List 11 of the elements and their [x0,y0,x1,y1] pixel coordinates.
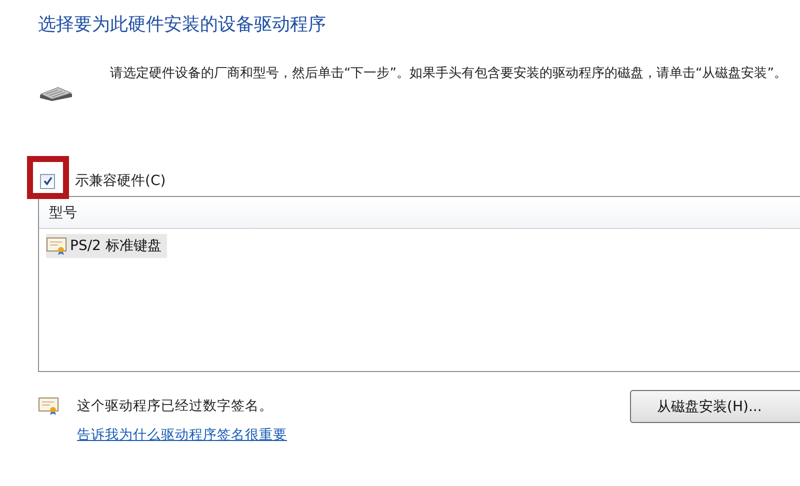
signature-help-link[interactable]: 告诉我为什么驱动程序签名很重要 [77,426,287,444]
certificate-icon [46,236,68,256]
instructions-text: 请选定硬件设备的厂商和型号，然后单击“下一步”。如果手头有包含要安装的驱动程序的磁盘，请单击“从磁盘安装”。 [110,65,788,83]
checkbox[interactable] [40,174,55,188]
page-title: 选择要为此硬件安装的设备驱动程序 [38,13,326,37]
model-item[interactable]: PS/2 标准键盘 [46,234,168,258]
checkbox-label[interactable]: 示兼容硬件(C) [75,172,166,190]
signature-note: 这个驱动程序已经过数字签名。 [77,397,273,415]
have-disk-button[interactable]: 从磁盘安装(H)... [630,390,800,423]
keyboard-icon [38,86,74,102]
certificate-icon [38,396,60,416]
